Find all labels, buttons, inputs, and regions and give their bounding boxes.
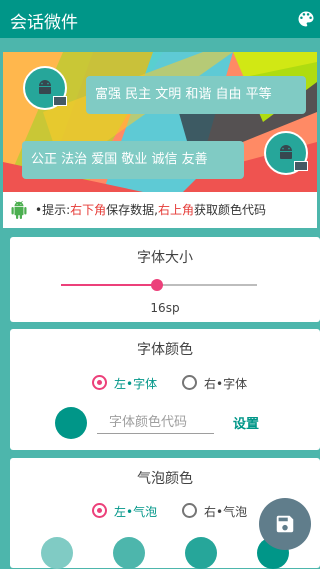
hint-bar: •提示:右下角保存数据,右上角获取颜色代码 bbox=[3, 192, 317, 228]
radio-left-font[interactable]: 左•字体 bbox=[92, 374, 167, 394]
radio-left-font-label: 左•字体 bbox=[114, 377, 158, 391]
right-avatar bbox=[264, 131, 308, 175]
app-bar: 会话微件 bbox=[0, 0, 320, 38]
keyboard-icon bbox=[294, 161, 308, 171]
font-color-swatch[interactable] bbox=[55, 407, 87, 439]
bubble-color-title: 气泡颜色 bbox=[137, 471, 193, 487]
radio-button-icon bbox=[182, 375, 197, 390]
android-icon bbox=[11, 200, 27, 219]
hint-bottom-right: 右下角 bbox=[70, 203, 107, 217]
hint-suffix: 获取颜色代码 bbox=[193, 203, 266, 217]
radio-right-font-label: 右•字体 bbox=[204, 377, 248, 391]
hint-mid: 保存数据, bbox=[106, 203, 158, 217]
left-avatar bbox=[23, 66, 67, 110]
radio-right-font[interactable]: 右•字体 bbox=[182, 374, 257, 394]
hint-top-right: 右上角 bbox=[157, 203, 194, 217]
hint-text: •提示:右下角保存数据,右上角获取颜色代码 bbox=[35, 192, 266, 228]
save-button[interactable] bbox=[259, 498, 311, 550]
left-chat-bubble: 公正 法治 爱国 敬业 诚信 友善 bbox=[22, 141, 244, 179]
radio-button-icon bbox=[182, 503, 197, 518]
app-title: 会话微件 bbox=[10, 13, 78, 33]
radio-left-bubble-label: 左•气泡 bbox=[114, 505, 158, 519]
radio-button-icon bbox=[92, 375, 107, 390]
set-font-color-button[interactable]: 设置 bbox=[233, 413, 259, 432]
right-chat-bubble: 富强 民主 文明 和谐 自由 平等 bbox=[86, 76, 306, 114]
radio-right-bubble-label: 右•气泡 bbox=[204, 505, 248, 519]
slider-thumb[interactable] bbox=[151, 279, 163, 291]
font-size-value: 16sp bbox=[150, 301, 180, 315]
font-color-title: 字体颜色 bbox=[137, 342, 193, 358]
bubble-color-swatch[interactable] bbox=[185, 537, 217, 569]
hint-prefix: •提示: bbox=[35, 203, 71, 217]
save-icon bbox=[276, 515, 294, 533]
font-size-slider[interactable] bbox=[61, 278, 257, 292]
font-size-title: 字体大小 bbox=[137, 250, 193, 266]
font-color-code-input[interactable] bbox=[97, 412, 214, 434]
keyboard-icon bbox=[53, 96, 67, 106]
radio-button-icon bbox=[92, 503, 107, 518]
slider-track-active bbox=[61, 284, 157, 286]
radio-right-bubble[interactable]: 右•气泡 bbox=[182, 502, 257, 522]
radio-left-bubble[interactable]: 左•气泡 bbox=[92, 502, 167, 522]
palette-icon[interactable] bbox=[296, 9, 316, 29]
slider-track-inactive bbox=[157, 284, 257, 286]
bubble-color-swatch[interactable] bbox=[41, 537, 73, 569]
bubble-color-swatch[interactable] bbox=[113, 537, 145, 569]
chat-preview: 富强 民主 文明 和谐 自由 平等 公正 法治 爱国 敬业 诚信 友善 bbox=[3, 52, 317, 192]
